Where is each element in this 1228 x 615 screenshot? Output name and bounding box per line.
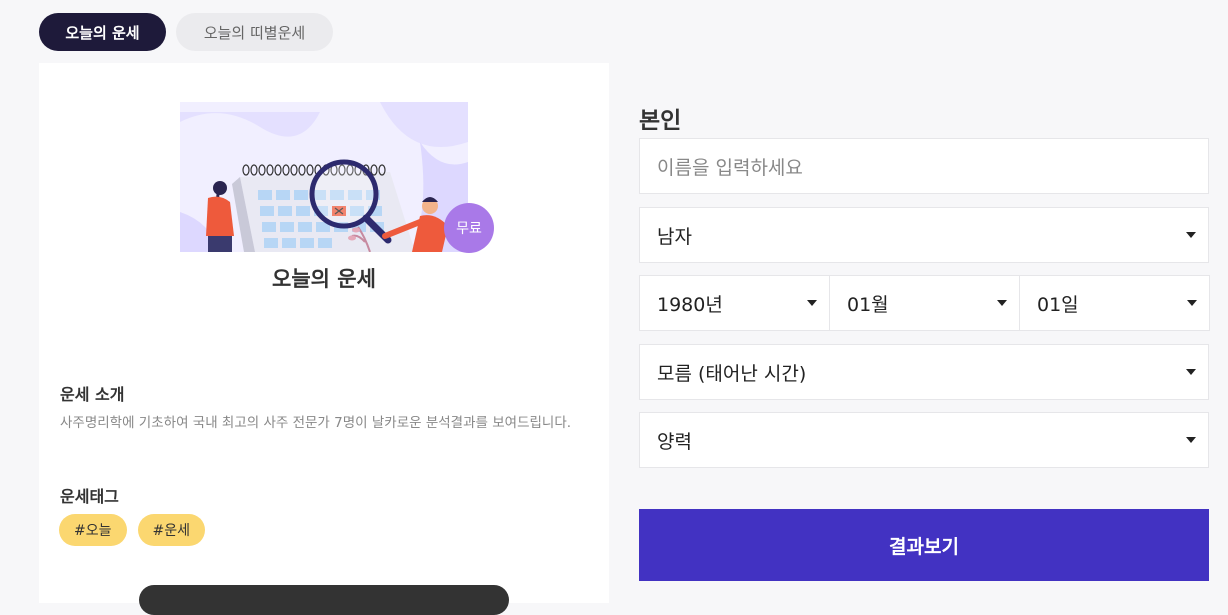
chevron-down-icon [807, 300, 817, 306]
day-select[interactable]: 01일 [1019, 275, 1210, 331]
calendar-type-value: 양력 [657, 430, 692, 453]
year-value: 1980년 [657, 293, 723, 316]
tag-list: #오늘 #운세 [59, 514, 205, 546]
chevron-down-icon [1186, 437, 1196, 443]
chevron-down-icon [997, 300, 1007, 306]
tag-fortune[interactable]: #운세 [137, 514, 205, 546]
tab-today-fortune[interactable]: 오늘의 운세 [39, 13, 166, 51]
gender-select[interactable]: 남자 [639, 207, 1209, 263]
day-value: 01일 [1037, 293, 1079, 316]
fortune-form: 본인 이름을 입력하세요 남자 1980년 01월 01일 모름 (태어난 시간… [639, 104, 1210, 581]
free-badge: 무료 [444, 203, 494, 253]
birthdate-row: 1980년 01월 01일 [639, 275, 1210, 331]
month-value: 01월 [847, 293, 889, 316]
intro-text: 사주명리학에 기초하여 국내 최고의 사주 전문가 7명이 날카로운 분석결과를… [60, 415, 572, 431]
fortune-card: 무료 오늘의 운세 운세 소개 사주명리학에 기초하여 국내 최고의 사주 전문… [39, 63, 609, 615]
year-select[interactable]: 1980년 [639, 275, 830, 331]
tag-title: 운세태그 [60, 487, 119, 506]
calendar-type-select[interactable]: 양력 [639, 412, 1209, 468]
birth-time-select[interactable]: 모름 (태어난 시간) [639, 344, 1209, 400]
tab-zodiac-fortune[interactable]: 오늘의 띠별운세 [176, 13, 333, 51]
chevron-down-icon [1186, 232, 1196, 238]
form-label: 본인 [639, 108, 682, 134]
card-title: 오늘의 운세 [272, 267, 376, 291]
view-result-button[interactable]: 결과보기 [639, 509, 1209, 581]
chevron-down-icon [1187, 300, 1197, 306]
fortune-tabs: 오늘의 운세 오늘의 띠별운세 [39, 13, 333, 51]
calendar-illustration [180, 102, 468, 252]
intro-title: 운세 소개 [60, 385, 125, 404]
month-select[interactable]: 01월 [829, 275, 1020, 331]
birth-time-value: 모름 (태어난 시간) [657, 362, 807, 385]
name-placeholder: 이름을 입력하세요 [657, 156, 803, 179]
calendar-magnifier-illustration [180, 102, 468, 252]
bottom-action-button[interactable] [139, 585, 509, 615]
name-input[interactable]: 이름을 입력하세요 [639, 138, 1209, 194]
tag-today[interactable]: #오늘 [59, 514, 127, 546]
chevron-down-icon [1186, 369, 1196, 375]
gender-value: 남자 [657, 225, 692, 248]
